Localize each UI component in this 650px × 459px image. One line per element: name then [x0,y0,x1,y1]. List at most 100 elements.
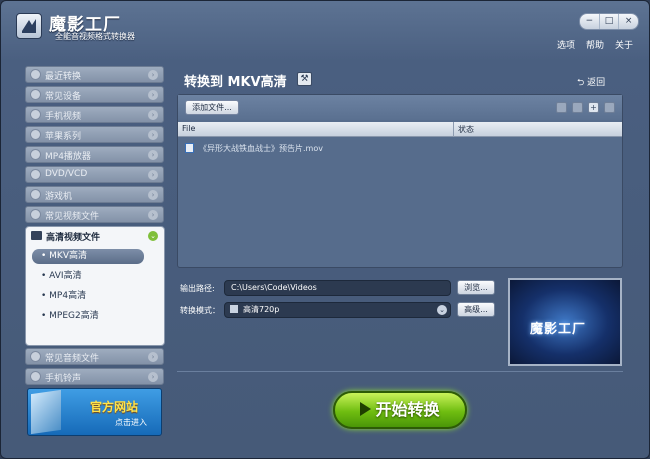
mode-select[interactable]: 高清720p ⌄ [224,302,451,318]
sidebar-item-apple[interactable]: 苹果系列 › [25,126,164,143]
clock-icon [30,69,41,80]
official-site-banner[interactable]: 官方网站 点击进入 [27,388,162,436]
quality-icon [230,305,238,313]
sidebar-item-video-files[interactable]: 常见视频文件 › [25,206,164,223]
column-file: File [182,124,196,133]
gamepad-icon [30,189,41,200]
sidebar-item-ringtones[interactable]: 手机铃声 › [25,368,164,385]
file-list-panel: 添加文件... + File 状态 《异形大战铁血战士》预告片.mov [177,94,623,268]
advanced-button[interactable]: 高级... [457,302,495,317]
sidebar-subitem-mkv[interactable]: • MKV高清 [32,249,144,264]
chevron-right-icon: › [148,352,158,362]
sidebar-item-game-console[interactable]: 游戏机 › [25,186,164,203]
file-list-toolbar: 添加文件... + [178,95,622,120]
sidebar-item-label: 常见音频文件 [45,354,100,364]
mode-label: 转换模式： [180,306,220,315]
sidebar-item-label: 苹果系列 [45,132,82,142]
add-file-button[interactable]: 添加文件... [185,100,239,115]
chevron-right-icon: › [148,90,158,100]
move-up-icon[interactable] [556,102,567,113]
sidebar-item-label: 常见视频文件 [45,212,100,222]
top-links: 选项 帮助 关于 [557,38,633,51]
chevron-right-icon: › [148,130,158,140]
sidebar-item-mp4-player[interactable]: MP4播放器 › [25,146,164,163]
play-icon [360,402,372,416]
subitem-label: AVI高清 [49,271,82,281]
app-subtitle: 全能音视频格式转换器 [55,32,135,41]
sidebar-item-label: 游戏机 [45,192,73,202]
add-icon[interactable]: + [588,102,599,113]
app-logo-icon [16,13,42,39]
sidebar-item-label: MP4播放器 [45,152,91,162]
divider [177,371,623,372]
mode-value: 高清720p [243,305,280,314]
app-window: 魔影工厂 全能音视频格式转换器 − □ × 选项 帮助 关于 最近转换 › 常见… [0,0,650,459]
sidebar-group-label: 高清视频文件 [46,233,101,243]
close-button[interactable]: × [619,14,638,29]
sidebar-item-label: 常见设备 [45,92,82,102]
table-row[interactable]: 《异形大战铁血战士》预告片.mov [185,143,323,155]
sidebar-item-recent[interactable]: 最近转换 › [25,66,164,83]
output-settings: 输出路径: C:\Users\Code\Videos 浏览... 转换模式： 高… [177,276,623,368]
subitem-label: MPEG2高清 [49,311,99,321]
apple-icon [30,129,41,140]
cursor-image-icon [31,389,61,435]
subitem-label: MP4高清 [49,291,87,301]
preview-logo-text: 魔影工厂 [530,322,587,337]
promo-subtitle: 点击进入 [115,418,147,427]
chevron-down-icon: ⌄ [148,231,158,241]
phone-icon [30,109,41,120]
subitem-label: MKV高清 [49,251,87,261]
sidebar-item-label: 最近转换 [45,72,82,82]
file-name: 《异形大战铁血战士》预告片.mov [199,144,323,153]
sidebar-item-phone-video[interactable]: 手机视频 › [25,106,164,123]
output-path-field[interactable]: C:\Users\Code\Videos [224,280,451,296]
preview-pane: 魔影工厂 [508,278,622,366]
tools-icon[interactable]: ⚒ [297,72,312,86]
mp4-player-icon [30,149,41,160]
chevron-right-icon: › [148,110,158,120]
sidebar-subitem-avi[interactable]: • AVI高清 [32,269,144,284]
sidebar-item-label: DVD/VCD [45,169,88,179]
sidebar-item-label: 手机视频 [45,112,82,122]
minimize-button[interactable]: − [580,14,600,29]
about-link[interactable]: 关于 [615,38,633,51]
sidebar-item-label: 手机铃声 [45,374,82,384]
chevron-down-icon: ⌄ [437,305,447,315]
chevron-right-icon: › [148,150,158,160]
options-link[interactable]: 选项 [557,38,575,51]
sidebar: 最近转换 › 常见设备 › 手机视频 › 苹果系列 › MP4播放器 › DVD… [25,64,165,444]
column-divider[interactable] [453,122,454,137]
back-link[interactable]: 返回 [577,75,605,91]
sidebar-subitem-mpeg2[interactable]: • MPEG2高清 [32,309,144,324]
page-title: 转换到 MKV高清 [184,75,287,90]
sidebar-group-header[interactable]: 高清视频文件 ⌄ [26,227,164,245]
remove-icon[interactable] [604,102,615,113]
chevron-right-icon: › [148,70,158,80]
promo-title: 官方网站 [90,400,139,414]
disc-icon [30,169,41,180]
sidebar-group-hd-video: 高清视频文件 ⌄ • MKV高清 • AVI高清 • MP4高清 • MPEG2… [25,226,165,346]
output-path-label: 输出路径: [180,284,215,293]
sidebar-item-devices[interactable]: 常见设备 › [25,86,164,103]
chevron-right-icon: › [148,372,158,382]
help-link[interactable]: 帮助 [586,38,604,51]
start-label: 开始转换 [375,400,440,419]
video-file-icon [185,143,194,153]
audio-file-icon [30,351,41,362]
sidebar-item-dvd[interactable]: DVD/VCD › [25,166,164,183]
file-table-header: File 状态 [178,122,622,137]
ringtone-icon [30,371,41,382]
column-status: 状态 [458,125,474,134]
sidebar-subitem-mp4[interactable]: • MP4高清 [32,289,144,304]
window-controls: − □ × [579,13,639,30]
chevron-right-icon: › [148,210,158,220]
browse-button[interactable]: 浏览... [457,280,495,295]
sidebar-item-audio-files[interactable]: 常见音频文件 › [25,348,164,365]
chevron-right-icon: › [148,170,158,180]
start-convert-button[interactable]: 开始转换 [333,391,467,429]
maximize-button[interactable]: □ [600,14,620,29]
hd-icon [31,231,42,240]
device-icon [30,89,41,100]
move-down-icon[interactable] [572,102,583,113]
